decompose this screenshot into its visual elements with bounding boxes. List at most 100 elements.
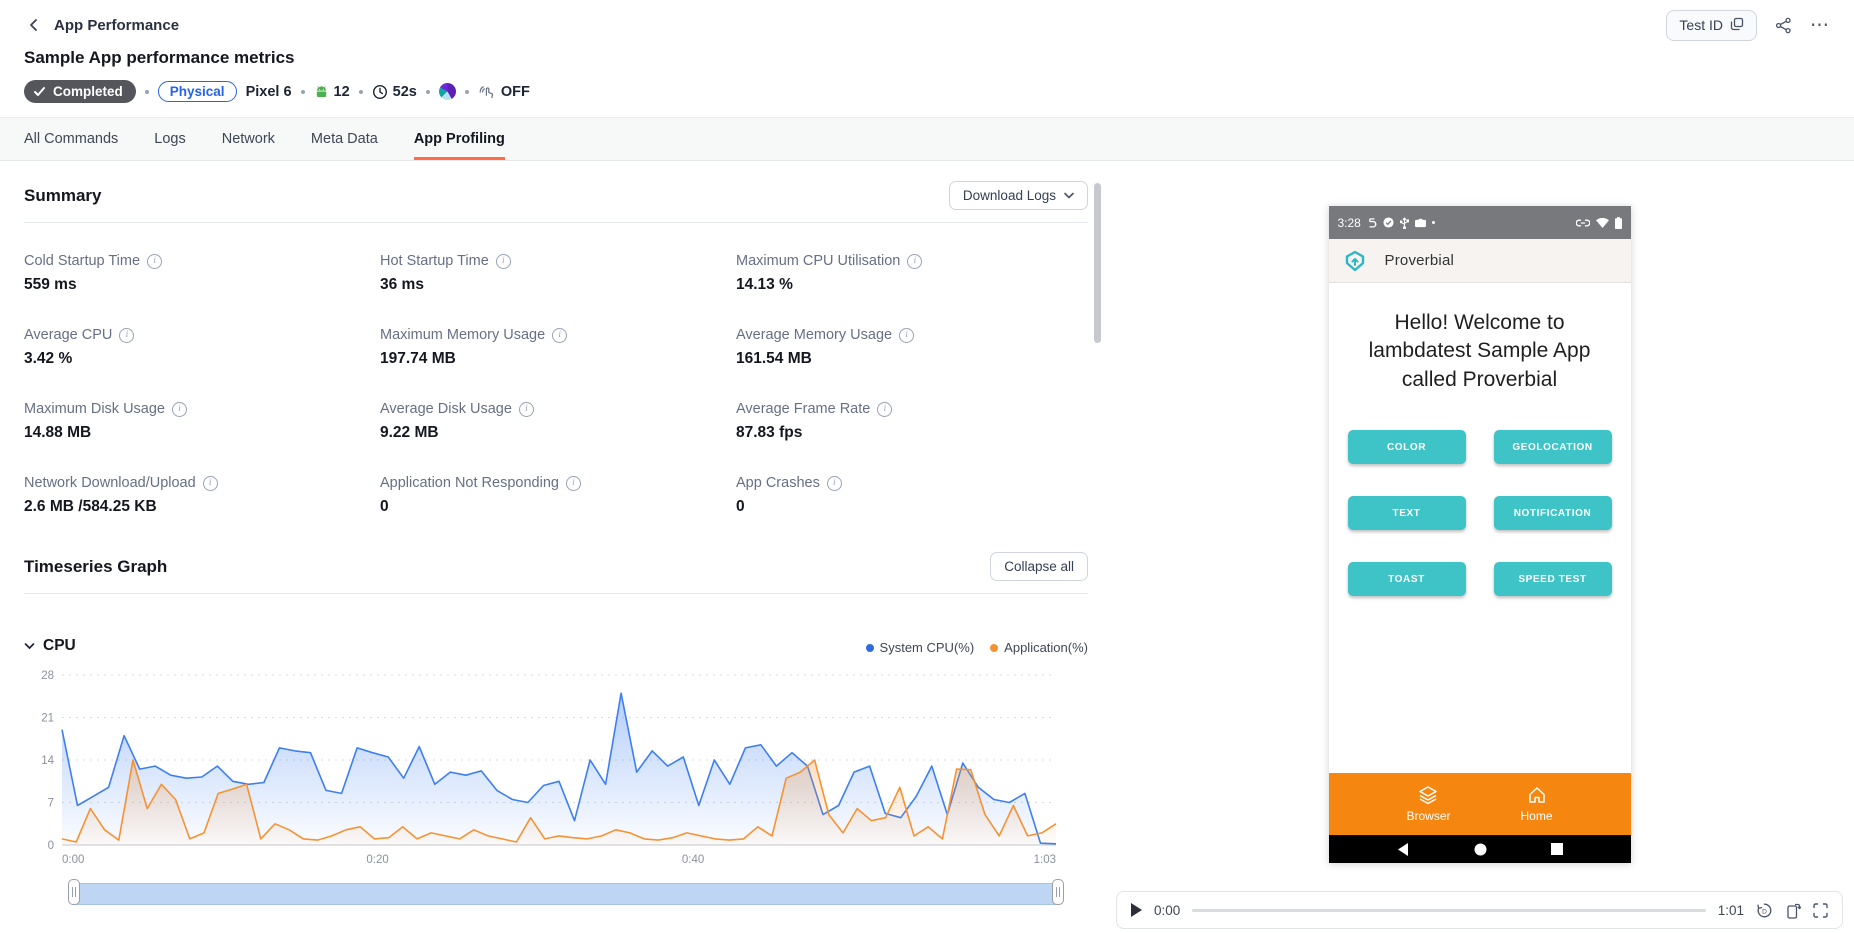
app-bottom-nav: Browser Home bbox=[1329, 773, 1631, 835]
tab-bar: All Commands Logs Network Meta Data App … bbox=[0, 117, 1854, 161]
metric-hot-startup: Hot Startup Timei 36 ms bbox=[380, 253, 736, 294]
chart-range-slider[interactable] bbox=[68, 879, 1064, 905]
gesture-badge: OFF bbox=[478, 84, 530, 100]
test-id-button[interactable]: Test ID bbox=[1666, 10, 1757, 41]
info-icon[interactable]: i bbox=[519, 402, 534, 417]
legend-application[interactable]: Application(%) bbox=[990, 640, 1088, 655]
svg-text:0:40: 0:40 bbox=[682, 854, 704, 866]
play-button[interactable] bbox=[1131, 903, 1142, 917]
layers-icon bbox=[1418, 785, 1438, 805]
rotate-device-icon[interactable] bbox=[1785, 902, 1801, 919]
app-title: Proverbial bbox=[1385, 252, 1455, 269]
legend-system-cpu[interactable]: System CPU(%) bbox=[866, 640, 975, 655]
metric-max-disk: Maximum Disk Usagei 14.88 MB bbox=[24, 401, 380, 442]
svg-text:1:03: 1:03 bbox=[1034, 854, 1056, 866]
playback-speed-icon[interactable]: D bbox=[1756, 902, 1773, 919]
app-toolbar: Proverbial bbox=[1329, 239, 1631, 283]
check-circle-icon bbox=[1383, 217, 1394, 228]
speed-test-button[interactable]: SPEED TEST bbox=[1494, 562, 1612, 596]
top-header: App Performance Test ID ⋯ bbox=[0, 0, 1854, 40]
more-options-icon[interactable]: ⋯ bbox=[1810, 14, 1830, 37]
chevron-down-icon bbox=[1064, 192, 1074, 199]
device-name: Pixel 6 bbox=[246, 84, 292, 100]
battery-icon bbox=[1615, 217, 1622, 229]
android-back-button[interactable] bbox=[1397, 843, 1410, 856]
info-icon[interactable]: i bbox=[203, 476, 218, 491]
color-button[interactable]: COLOR bbox=[1348, 430, 1466, 464]
download-logs-button[interactable]: Download Logs bbox=[949, 181, 1088, 210]
info-icon[interactable]: i bbox=[827, 476, 842, 491]
metric-avg-disk: Average Disk Usagei 9.22 MB bbox=[380, 401, 736, 442]
status-badge: Completed bbox=[24, 80, 136, 103]
range-handle-left[interactable] bbox=[68, 879, 80, 905]
share-icon[interactable] bbox=[1775, 17, 1792, 34]
cpu-chart-area: 071421280:000:200:401:03 bbox=[24, 665, 1088, 905]
svg-text:14: 14 bbox=[41, 755, 54, 767]
info-icon[interactable]: i bbox=[172, 402, 187, 417]
tab-network[interactable]: Network bbox=[222, 118, 275, 160]
work-profile-icon bbox=[1415, 218, 1426, 228]
info-icon[interactable]: i bbox=[496, 254, 511, 269]
info-icon[interactable]: i bbox=[899, 328, 914, 343]
app-button-grid: COLOR GEOLOCATION TEXT NOTIFICATION TOAS… bbox=[1329, 430, 1631, 596]
android-recents-button[interactable] bbox=[1551, 843, 1563, 855]
chevron-down-icon bbox=[24, 642, 35, 650]
current-time: 0:00 bbox=[1154, 903, 1180, 918]
info-icon[interactable]: i bbox=[877, 402, 892, 417]
metric-avg-cpu: Average CPUi 3.42 % bbox=[24, 327, 380, 368]
home-nav-item[interactable]: Home bbox=[1521, 785, 1553, 823]
dot-separator bbox=[145, 90, 149, 94]
test-id-label: Test ID bbox=[1679, 17, 1723, 33]
android-nav-bar bbox=[1329, 835, 1631, 863]
seek-bar[interactable] bbox=[1192, 909, 1705, 912]
collapse-all-button[interactable]: Collapse all bbox=[990, 552, 1088, 581]
metric-avg-memory: Average Memory Usagei 161.54 MB bbox=[736, 327, 1088, 368]
device-type-badge: Physical bbox=[158, 81, 237, 102]
tab-all-commands[interactable]: All Commands bbox=[24, 118, 118, 160]
svg-text:7: 7 bbox=[48, 798, 54, 810]
info-icon[interactable]: i bbox=[552, 328, 567, 343]
toast-button[interactable]: TOAST bbox=[1348, 562, 1466, 596]
svg-text:0:00: 0:00 bbox=[62, 854, 84, 866]
info-icon[interactable]: i bbox=[119, 328, 134, 343]
fullscreen-icon[interactable] bbox=[1813, 903, 1828, 918]
browser-nav-item[interactable]: Browser bbox=[1406, 785, 1450, 823]
wifi-icon bbox=[1596, 218, 1609, 228]
back-chevron-icon[interactable] bbox=[24, 15, 44, 35]
range-slider-band[interactable] bbox=[76, 883, 1056, 905]
gesture-off-icon bbox=[478, 84, 496, 100]
notification-button[interactable]: NOTIFICATION bbox=[1494, 496, 1612, 530]
range-handle-right[interactable] bbox=[1052, 879, 1064, 905]
metric-network: Network Download/Uploadi 2.6 MB /584.25 … bbox=[24, 475, 380, 516]
text-button[interactable]: TEXT bbox=[1348, 496, 1466, 530]
summary-divider bbox=[24, 222, 1088, 223]
metric-max-memory: Maximum Memory Usagei 197.74 MB bbox=[380, 327, 736, 368]
tab-app-profiling[interactable]: App Profiling bbox=[414, 118, 505, 160]
status-row: Completed Physical Pixel 6 12 52s OFF bbox=[0, 68, 1854, 103]
tab-meta-data[interactable]: Meta Data bbox=[311, 118, 378, 160]
vertical-scrollbar[interactable] bbox=[1094, 183, 1101, 343]
timeseries-divider bbox=[24, 593, 1088, 594]
duration: 1:01 bbox=[1718, 903, 1744, 918]
legend-dot-blue bbox=[866, 644, 874, 652]
svg-text:0:20: 0:20 bbox=[366, 854, 388, 866]
info-icon[interactable]: i bbox=[147, 254, 162, 269]
info-icon[interactable]: i bbox=[907, 254, 922, 269]
geolocation-button[interactable]: GEOLOCATION bbox=[1494, 430, 1612, 464]
cpu-timeseries-chart[interactable]: 071421280:000:200:401:03 bbox=[24, 665, 1064, 871]
chart-legend: System CPU(%) Application(%) bbox=[866, 640, 1088, 655]
android-home-button[interactable] bbox=[1474, 843, 1487, 856]
app-content: Hello! Welcome to lambdatest Sample App … bbox=[1329, 283, 1631, 835]
clock-icon bbox=[372, 84, 388, 100]
svg-text:D: D bbox=[1762, 908, 1767, 915]
device-preview-panel: 3:28 Proverbial Hello! Welcome t bbox=[1105, 161, 1854, 929]
device-status-bar: 3:28 bbox=[1329, 206, 1631, 239]
proverbial-logo-icon bbox=[1343, 249, 1367, 273]
breadcrumb[interactable]: App Performance bbox=[54, 17, 179, 34]
dot-separator bbox=[301, 90, 305, 94]
tab-logs[interactable]: Logs bbox=[154, 118, 185, 160]
svg-text:28: 28 bbox=[41, 670, 54, 682]
info-icon[interactable]: i bbox=[566, 476, 581, 491]
os-version-badge: 12 bbox=[314, 84, 350, 100]
cpu-section-toggle[interactable]: CPU bbox=[24, 637, 76, 655]
